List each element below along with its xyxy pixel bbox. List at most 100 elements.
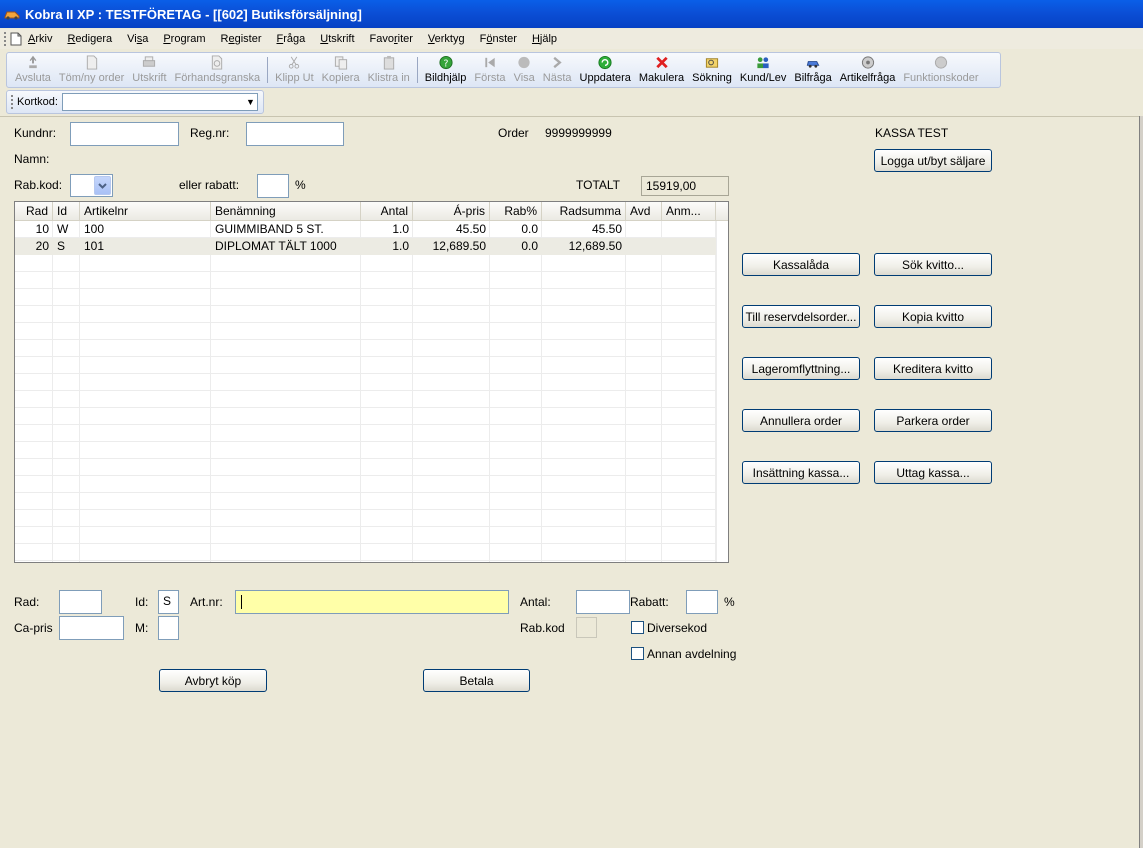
kundnr-input[interactable] [70,122,179,146]
menu-item-6[interactable]: Utskrift [320,33,354,45]
grid-row-line [15,560,716,561]
table-cell: 101 [84,239,105,253]
column-header[interactable]: Rab% [490,202,542,221]
diversekod-checkbox[interactable] [631,621,644,634]
menu-item-0[interactable]: Arkiv [28,33,52,45]
capris-input[interactable] [59,616,124,640]
antal-input[interactable] [576,590,630,614]
cancel-purchase-button[interactable]: Avbryt köp [159,669,267,692]
toolbar-separator [416,57,418,83]
chevron-down-icon[interactable] [94,176,111,195]
toolbar-button-preview[interactable]: Förhandsgranska [171,53,265,87]
grid-column-line [715,221,716,562]
toolbar-button-print[interactable]: Utskrift [128,53,170,87]
toolbar-button-car[interactable]: Bilfråga [790,53,835,87]
menu-text: tskrift [328,33,355,45]
table-row[interactable]: 10 W 100 GUIMMIBAND 5 ST. 1.0 45.50 0.0 45.50 [15,221,716,238]
order-number: 9999999999 [545,126,612,140]
toolbar-button-refresh[interactable]: Uppdatera [576,53,635,87]
column-header[interactable]: Artikelnr [80,202,211,221]
to-spare-parts-order-button[interactable]: Till reservdelsorder... [742,305,860,328]
grid-row-line [15,373,716,374]
kortkod-label: Kortkod: [17,96,58,108]
table-row[interactable]: 20 S 101 DIPLOMAT TÄLT 1000 1.0 12,689.50 0.0 1… [15,238,716,255]
rabkod-combo[interactable] [70,174,113,197]
regnr-input[interactable] [246,122,344,146]
column-header[interactable]: Anm... [662,202,716,221]
column-header[interactable]: Avd [626,202,662,221]
menu-text: Favo [369,33,394,45]
toolbar-button-copy[interactable]: Kopiera [318,53,364,87]
toolbar-button-article[interactable]: Artikelfråga [836,53,900,87]
menu-text: rogram [170,33,206,45]
menu-item-8[interactable]: Verktyg [428,33,465,45]
artnr-input[interactable] [235,590,509,614]
artnr-label: Art.nr: [190,595,223,609]
search-receipt-button[interactable]: Sök kvitto... [874,253,992,276]
rabatt-input[interactable] [686,590,718,614]
cash-withdrawal-button[interactable]: Uttag kassa... [874,461,992,484]
id-input[interactable]: S [158,590,179,614]
toolbar-button-new-document[interactable]: Töm/ny order [55,53,128,87]
annan-avdelning-checkbox[interactable] [631,647,644,660]
dropdown-arrow-icon[interactable]: ▼ [246,94,255,110]
kassa-label: KASSA TEST [875,126,949,140]
toolbar-button-exit[interactable]: Avsluta [11,53,55,87]
pay-button[interactable]: Betala [423,669,530,692]
table-cell: 1.0 [392,239,409,253]
m-input[interactable] [158,616,179,640]
table-cell: DIPLOMAT TÄLT 1000 [215,239,337,253]
toolbar-button-first[interactable]: Första [470,53,509,87]
menu-item-2[interactable]: Visa [127,33,148,45]
toolbar-button-next[interactable]: Nästa [539,53,576,87]
column-header[interactable]: Radsumma [542,202,626,221]
park-order-button[interactable]: Parkera order [874,409,992,432]
toolbar-button-scissors[interactable]: Klipp Ut [271,53,318,87]
entry-rabkod-field [576,617,597,638]
logout-switch-seller-button[interactable]: Logga ut/byt säljare [874,149,992,172]
order-lines-grid[interactable]: Rad Id Artikelnr Benämning Antal Á-pris Rab% Ra… [14,201,729,563]
cancel-order-button[interactable]: Annullera order [742,409,860,432]
grid-column-line [541,221,542,562]
grid-row-line [15,339,716,340]
main-toolbar: Avsluta Töm/ny order Utskrift Förhandsgrans… [6,52,1001,88]
copy-icon [334,56,347,70]
toolbar-button-function[interactable]: Funktionskoder [899,53,982,87]
menu-accel: V [427,33,435,45]
menu-item-5[interactable]: Fråga [277,33,306,45]
header-rabatt-input[interactable] [257,174,289,198]
menu-text: rkiv [35,33,53,45]
toolbar-button-show[interactable]: Visa [510,53,539,87]
kortkod-toolbar: Kortkod: ▼ [6,90,264,114]
column-header[interactable]: Rad [15,202,53,221]
copy-receipt-button[interactable]: Kopia kvitto [874,305,992,328]
column-header[interactable]: Á-pris [413,202,490,221]
cash-deposit-button[interactable]: Insättning kassa... [742,461,860,484]
toolbar-button-help[interactable]: ? Bildhjälp [421,53,471,87]
grid-row-line [15,305,716,306]
menu-item-4[interactable]: Register [221,33,262,45]
rad-input[interactable] [59,590,102,614]
document-icon[interactable] [10,32,22,46]
header-percent-label: % [295,178,306,192]
menu-item-10[interactable]: Hjälp [532,33,557,45]
table-cell: GUIMMIBAND 5 ST. [215,222,324,236]
toolbar-button-paste[interactable]: Klistra in [364,53,414,87]
toolbar-button-customers[interactable]: Kund/Lev [736,53,790,87]
toolbar-label: Förhandsgranska [174,72,261,84]
kortkod-grip [11,95,15,109]
menu-item-3[interactable]: Program [163,33,205,45]
cash-drawer-button[interactable]: Kassalåda [742,253,860,276]
column-header[interactable]: Benämning [211,202,361,221]
menu-item-7[interactable]: Favoriter [370,33,413,45]
credit-receipt-button[interactable]: Kreditera kvitto [874,357,992,380]
toolbar-button-delete[interactable]: Makulera [635,53,688,87]
entry-rabkod-label: Rab.kod [520,621,565,635]
toolbar-button-search[interactable]: Sökning [688,53,736,87]
stock-transfer-button[interactable]: Lageromflyttning... [742,357,860,380]
column-header[interactable]: Antal [361,202,413,221]
menu-item-9[interactable]: Fönster [480,33,517,45]
kortkod-select[interactable]: ▼ [61,93,258,111]
menu-item-1[interactable]: Redigera [67,33,112,45]
column-header[interactable]: Id [53,202,80,221]
